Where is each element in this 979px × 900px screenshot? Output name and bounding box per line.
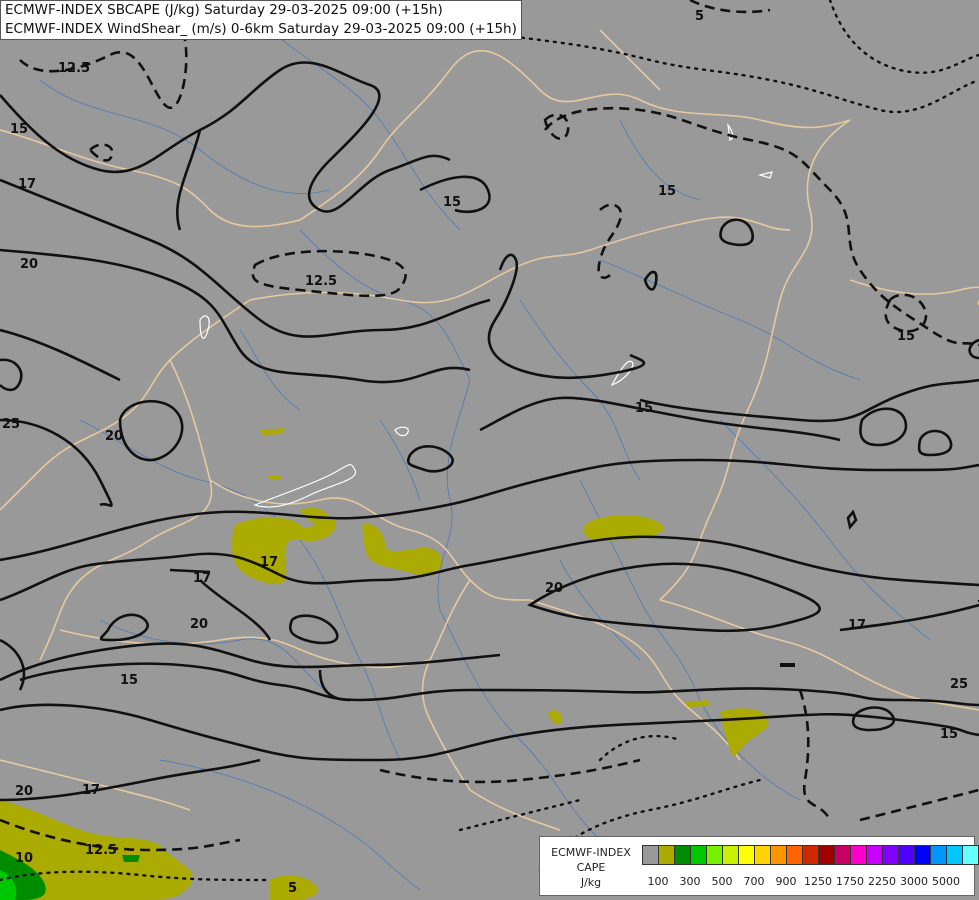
contour-label: 15 <box>940 727 958 742</box>
contour-label: 20 <box>190 617 208 632</box>
contour-label: 12.5 <box>85 843 117 858</box>
contour-label: 25 <box>2 417 20 432</box>
legend-tick-label: 2250 <box>868 875 896 888</box>
contour-label: 17 <box>848 618 866 633</box>
contour-label: 20 <box>15 784 33 799</box>
legend-swatch <box>770 845 786 865</box>
legend-tick-label: 100 <box>647 875 669 888</box>
legend-tick-label: 500 <box>711 875 733 888</box>
legend-swatch <box>738 845 754 865</box>
legend-tick-label: 3000 <box>900 875 928 888</box>
contour-label: 15 <box>10 122 28 137</box>
legend-swatch <box>818 845 834 865</box>
legend-tick-label: 5000 <box>932 875 960 888</box>
contour-label: 17 <box>18 177 36 192</box>
legend-swatch <box>658 845 674 865</box>
legend-swatch <box>914 845 930 865</box>
legend-swatch <box>802 845 818 865</box>
legend-swatch <box>962 845 978 865</box>
legend-swatch <box>786 845 802 865</box>
contour-label: 25 <box>950 677 968 692</box>
legend-swatch <box>722 845 738 865</box>
legend-swatch <box>866 845 882 865</box>
legend-swatch <box>898 845 914 865</box>
legend-tick-labels: 100 300 500 700 900 1250 1750 2250 3000 5000 <box>540 875 976 891</box>
contour-label: 10 <box>15 851 33 866</box>
legend-tick-label: 1750 <box>836 875 864 888</box>
contour-label: 17 <box>193 571 211 586</box>
map-title-windshear: ECMWF-INDEX WindShear_ (m/s) 0-6km Satur… <box>5 21 517 37</box>
contour-label: 12.5 <box>58 61 90 76</box>
weather-map: 12.5 12.5 12.5 15 15 15 15 15 15 15 17 1… <box>0 0 979 900</box>
contour-label: 15 <box>120 673 138 688</box>
legend-tick-label: 700 <box>743 875 765 888</box>
legend-swatch <box>690 845 706 865</box>
contour-label: 17 <box>82 783 100 798</box>
contour-label: 5 <box>288 881 297 896</box>
contour-label: 15 <box>897 329 915 344</box>
legend-tick-label: 300 <box>679 875 701 888</box>
legend-color-scale <box>642 845 979 867</box>
map-title-box: ECMWF-INDEX SBCAPE (J/kg) Saturday 29-03… <box>0 0 522 40</box>
contour-label: 5 <box>695 9 704 24</box>
legend-swatch <box>706 845 722 865</box>
map-title-cape: ECMWF-INDEX SBCAPE (J/kg) Saturday 29-03… <box>5 2 443 18</box>
legend-swatch <box>850 845 866 865</box>
legend-title-source: ECMWF-INDEX <box>551 846 631 859</box>
legend-swatch <box>674 845 690 865</box>
legend-swatch <box>930 845 946 865</box>
legend-swatch <box>946 845 962 865</box>
contour-label: 15 <box>658 184 676 199</box>
legend-swatch <box>642 845 658 865</box>
legend-tick-label: 900 <box>775 875 797 888</box>
contour-label: 15 <box>635 401 653 416</box>
legend-swatch <box>882 845 898 865</box>
contour-label: 15 <box>443 195 461 210</box>
legend-title-variable: CAPE <box>576 861 606 874</box>
legend-swatch <box>754 845 770 865</box>
contour-label: 20 <box>545 581 563 596</box>
legend-swatch <box>834 845 850 865</box>
legend-tick-label: 1250 <box>804 875 832 888</box>
contour-label: 20 <box>105 429 123 444</box>
contour-label: 17 <box>260 555 278 570</box>
contour-label: 20 <box>20 257 38 272</box>
cape-legend: ECMWF-INDEX CAPE J/kg 100 300 500 700 900 125… <box>539 836 979 896</box>
contour-label: 12.5 <box>305 274 337 289</box>
